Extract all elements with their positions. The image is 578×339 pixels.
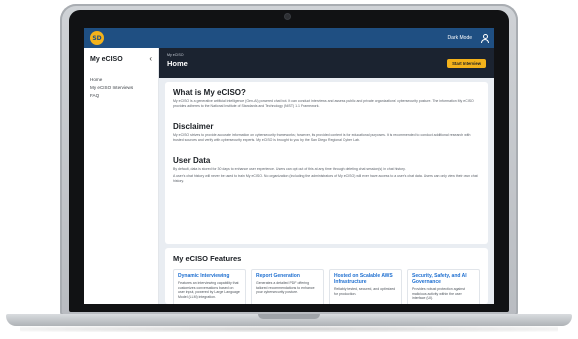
start-interview-button[interactable]: Start Interview xyxy=(447,59,486,68)
user-icon[interactable] xyxy=(480,34,489,43)
page-header: My eCISO Home Start Interview xyxy=(159,48,494,78)
laptop-shadow xyxy=(20,326,558,332)
sidebar-item-interviews[interactable]: My eCISO Interviews xyxy=(90,85,152,90)
what-is-heading: What is My eCISO? xyxy=(173,88,246,97)
laptop-screen: SD Dark Mode My eCISO ‹ Home My eCISO In… xyxy=(84,28,494,304)
feature-card: Hosted on Scalable AWS Infrastructure Re… xyxy=(329,269,402,304)
features-grid: Dynamic Interviewing Features an intervi… xyxy=(173,269,480,304)
feature-text: Features an interviewing capability that… xyxy=(178,281,240,299)
feature-text: Generates a detailed PDF offering tailor… xyxy=(256,281,315,295)
page-title: Home xyxy=(167,59,188,68)
what-is-text: My eCISO is a generative artificial inte… xyxy=(173,99,474,108)
sidebar: My eCISO ‹ Home My eCISO Interviews FAQ xyxy=(84,48,159,304)
sidebar-item-faq[interactable]: FAQ xyxy=(90,93,152,98)
webcam-icon xyxy=(285,14,290,19)
sidebar-header: My eCISO ‹ xyxy=(90,55,152,63)
user-data-heading: User Data xyxy=(173,156,211,165)
features-heading: My eCISO Features xyxy=(173,254,242,263)
feature-title: Report Generation xyxy=(256,273,300,279)
sidebar-title: My eCISO xyxy=(90,55,123,63)
sd-logo[interactable]: SD xyxy=(90,31,104,45)
topbar-actions: Dark Mode xyxy=(448,34,489,43)
feature-card: Security, Safety, and AI Governance Prov… xyxy=(407,269,480,304)
disclaimer-text: My eCISO strives to provide accurate inf… xyxy=(173,133,471,142)
info-card: What is My eCISO? My eCISO is a generati… xyxy=(165,82,488,244)
features-card: My eCISO Features Dynamic Interviewing F… xyxy=(165,248,488,304)
breadcrumb[interactable]: My eCISO xyxy=(167,53,486,57)
chevron-left-icon[interactable]: ‹ xyxy=(149,55,152,63)
main-content: My eCISO Home Start Interview What is My… xyxy=(159,48,494,304)
dark-mode-toggle[interactable]: Dark Mode xyxy=(448,35,472,41)
feature-card: Dynamic Interviewing Features an intervi… xyxy=(173,269,246,304)
feature-title: Dynamic Interviewing xyxy=(178,273,230,279)
user-data-text-2: A user's chat history will never be used… xyxy=(173,174,478,183)
disclaimer-heading: Disclaimer xyxy=(173,122,214,131)
feature-card: Report Generation Generates a detailed P… xyxy=(251,269,324,304)
user-data-text: By default, data is stored for 30 days t… xyxy=(173,167,406,171)
feature-title: Security, Safety, and AI Governance xyxy=(412,273,467,285)
sidebar-item-home[interactable]: Home xyxy=(90,77,152,82)
feature-text: Provides robust protection against malic… xyxy=(412,287,465,301)
feature-title: Hosted on Scalable AWS Infrastructure xyxy=(334,273,393,285)
top-navbar: SD Dark Mode xyxy=(84,28,494,48)
feature-text: Reliably tested, secured, and optimized … xyxy=(334,287,396,296)
laptop-notch xyxy=(258,314,320,319)
